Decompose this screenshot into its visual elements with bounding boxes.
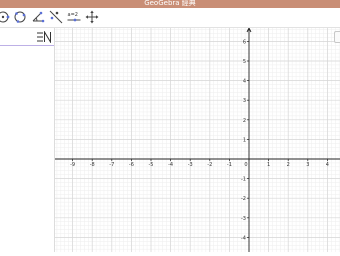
move-graphics-view-icon <box>85 10 99 24</box>
algebra-view[interactable] <box>0 28 55 252</box>
move-graphics-view-tool-button[interactable] <box>84 9 100 25</box>
x-tick-label: 0 <box>244 162 247 168</box>
algebra-menu-icon <box>37 31 51 43</box>
point-on-circle-icon <box>0 11 10 23</box>
x-tick-label: -6 <box>129 162 134 168</box>
x-tick-label: 2 <box>287 162 290 168</box>
y-tick-label: 6 <box>243 39 246 45</box>
graphics-style-bar-toggle[interactable] <box>334 31 340 43</box>
y-tick-label: 4 <box>243 79 246 85</box>
title-bar: GeoGebra 經典 <box>0 0 340 8</box>
coordinate-plane[interactable]: -9 -8 -7 -6 -5 -4 -3 -2 -1 0 1 2 3 4 6 5 4 3 2 1 -1 -2 -3 -4 <box>55 27 340 252</box>
algebra-menu-button[interactable] <box>36 31 52 43</box>
y-tick-label: 5 <box>243 59 246 65</box>
reflect-about-line-icon <box>49 10 63 24</box>
x-tick-label: -5 <box>149 162 154 168</box>
toolbar: a=2 <box>0 8 340 28</box>
x-tick-label: -8 <box>90 162 95 168</box>
x-tick-label: -9 <box>70 162 75 168</box>
x-tick-label: 3 <box>306 162 309 168</box>
point-on-circle-tool-button[interactable] <box>0 9 11 25</box>
window-title: GeoGebra 經典 <box>144 0 196 7</box>
x-tick-label: -1 <box>227 162 232 168</box>
x-tick-label: 4 <box>326 162 329 168</box>
reflect-about-line-tool-button[interactable] <box>48 9 64 25</box>
x-tick-label: -7 <box>109 162 114 168</box>
x-tick-label: -3 <box>188 162 193 168</box>
slider-tool-label: a=2 <box>68 12 78 18</box>
algebra-input-line[interactable] <box>0 45 54 46</box>
graphics-view[interactable]: -9 -8 -7 -6 -5 -4 -3 -2 -1 0 1 2 3 4 6 5 4 3 2 1 -1 -2 -3 -4 <box>55 27 340 252</box>
x-tick-label: -4 <box>168 162 173 168</box>
circle-through-points-tool-button[interactable] <box>12 9 28 25</box>
slider-tool-button[interactable]: a=2 <box>66 9 82 25</box>
x-tick-label: -2 <box>207 162 212 168</box>
y-tick-label: 2 <box>243 118 246 124</box>
y-tick-label: 3 <box>243 98 246 104</box>
y-tick-label: -3 <box>241 216 246 222</box>
slider-icon: a=2 <box>67 12 81 22</box>
y-tick-label: 1 <box>243 137 246 143</box>
y-tick-label: -2 <box>241 196 246 202</box>
angle-tool-button[interactable] <box>30 9 46 25</box>
angle-icon <box>32 11 45 23</box>
y-tick-label: -1 <box>241 177 246 183</box>
y-tick-label: -4 <box>241 235 246 241</box>
circle-through-points-icon <box>14 11 26 23</box>
x-tick-label: 1 <box>267 162 270 168</box>
